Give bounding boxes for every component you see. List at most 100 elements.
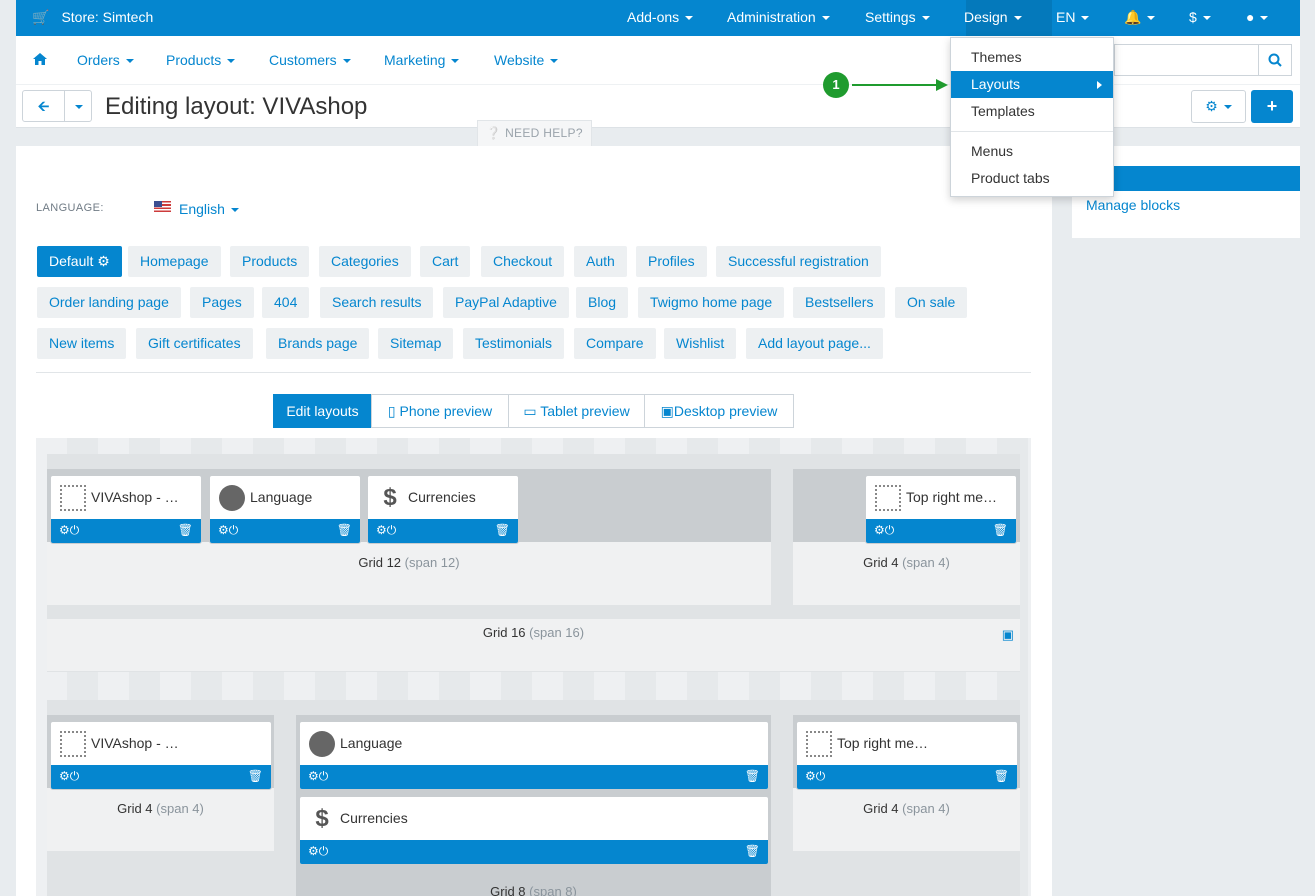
nav-marketing[interactable]: Marketing [384,52,460,68]
back-dropdown-toggle[interactable] [65,91,92,121]
trash-icon[interactable]: 🗑 [745,769,760,783]
placeholder-icon [806,731,832,757]
layout-page-homepage[interactable]: Homepage [128,246,221,277]
store-switcher[interactable]: 🛒 Store: Simtech [32,9,153,26]
layout-page-on-sale[interactable]: On sale [895,287,968,318]
menu-item-menus[interactable]: Menus [951,138,1113,165]
gear-icon: ⚙ [97,253,110,269]
block-toolbar: ⚙⏻ 🗑 [300,765,768,789]
block-top-right-menu[interactable]: Top right me… ⚙⏻ 🗑 [865,475,1017,544]
layout-page-categories[interactable]: Categories [319,246,411,277]
trash-icon[interactable]: 🗑 [248,769,263,783]
layout-page-auth[interactable]: Auth [574,246,627,277]
grid-4[interactable]: Grid 4 (span 4) Top right me… ⚙⏻ 🗑 [793,469,1020,605]
notifications-menu[interactable]: 🔔 [1124,9,1156,26]
need-help-tab[interactable]: ❔ NEED HELP? [477,120,592,147]
block-language[interactable]: Language ⚙⏻ 🗑 [299,721,769,790]
menu-item-themes[interactable]: Themes [951,44,1113,71]
layout-page-paypal-adaptive[interactable]: PayPal Adaptive [443,287,569,318]
search-input[interactable] [1114,44,1258,76]
nav-website[interactable]: Website [494,52,559,68]
caret-down-icon [921,16,930,21]
trash-icon[interactable]: 🗑 [993,523,1008,537]
layout-page-gift-certificates[interactable]: Gift certificates [136,328,253,359]
layout-page-wishlist[interactable]: Wishlist [664,328,737,359]
layout-page-default[interactable]: Default ⚙ [37,246,122,277]
block-currencies[interactable]: $ Currencies ⚙⏻ 🗑 [367,475,519,544]
grid-12[interactable]: Grid 12 (span 12) VIVAshop - … ⚙⏻ 🗑 Lang… [47,469,771,605]
layout-page-testimonials[interactable]: Testimonials [463,328,565,359]
home-icon[interactable] [33,52,47,68]
layout-page-pages[interactable]: Pages [190,287,254,318]
gear-power-icon[interactable]: ⚙⏻ [308,769,328,784]
trash-icon[interactable]: 🗑 [337,523,352,537]
layout-page-checkout[interactable]: Checkout [481,246,565,277]
nav-customers[interactable]: Customers [269,52,351,68]
layout-page-cart[interactable]: Cart [420,246,471,277]
administration-menu[interactable]: Administration [727,9,830,25]
layout-page-blog[interactable]: Blog [576,287,629,318]
menu-item-layouts[interactable]: Layouts [951,71,1113,98]
search-button[interactable] [1258,44,1292,76]
gear-power-icon[interactable]: ⚙⏻ [805,769,825,784]
manage-blocks-link[interactable]: Manage blocks [1086,197,1180,213]
gear-power-icon[interactable]: ⚙⏻ [376,523,396,538]
back-button-group[interactable]: 🡨 [22,90,92,122]
layout-page-profiles[interactable]: Profiles [636,246,707,277]
block-vivashop-logo[interactable]: VIVAshop - … ⚙⏻ 🗑 [50,721,272,790]
add-layout-page-button[interactable]: Add layout page... [746,328,883,359]
gear-power-icon[interactable]: ⚙⏻ [874,523,894,538]
layout-page-search-results[interactable]: Search results [320,287,434,318]
layout-page-404[interactable]: 404 [262,287,310,318]
nav-products[interactable]: Products [166,52,236,68]
block-top-right-menu[interactable]: Top right me… ⚙⏻ 🗑 [796,721,1018,790]
gear-power-icon[interactable]: ⚙⏻ [59,769,79,784]
layout-page-bestsellers[interactable]: Bestsellers [793,287,886,318]
layout-page-brands[interactable]: Brands page [266,328,370,359]
addons-menu[interactable]: Add-ons [627,9,694,25]
grid-4-right[interactable]: Grid 4 (span 4) Top right me… ⚙⏻ 🗑 [793,715,1020,851]
trash-icon[interactable]: 🗑 [745,844,760,858]
grid-4-left[interactable]: Grid 4 (span 4) VIVAshop - … ⚙⏻ 🗑 [47,715,274,851]
gear-power-icon[interactable]: ⚙⏻ [218,523,238,538]
divider [36,372,1031,373]
edit-layouts-button[interactable]: Edit layouts [273,394,372,428]
language-selector[interactable]: English [179,201,239,217]
menu-item-templates[interactable]: Templates [951,98,1113,125]
caret-down-icon [451,59,460,64]
trash-icon[interactable]: 🗑 [994,769,1009,783]
layout-page-products[interactable]: Products [230,246,310,277]
block-currencies[interactable]: $ Currencies ⚙⏻ 🗑 [299,796,769,865]
layout-page-new-items[interactable]: New items [37,328,127,359]
language-menu[interactable]: EN [1056,9,1090,25]
phone-preview-button[interactable]: ▯ Phone preview [371,394,509,428]
grid-16[interactable]: Grid 16 (span 16) ▣ [47,619,1020,671]
settings-dropdown-button[interactable]: ⚙ [1191,90,1246,123]
currency-menu[interactable]: $ [1189,9,1211,25]
tablet-preview-button[interactable]: ▭ Tablet preview [508,394,645,428]
caret-down-icon [550,59,559,64]
layout-page-twigmo-home[interactable]: Twigmo home page [638,287,785,318]
design-menu[interactable]: Design [964,9,1022,25]
trash-icon[interactable]: 🗑 [178,523,193,537]
chevron-right-icon [1097,81,1102,89]
layout-page-sitemap[interactable]: Sitemap [378,328,454,359]
layout-page-successful-registration[interactable]: Successful registration [716,246,881,277]
desktop-preview-button[interactable]: ▣Desktop preview [644,394,794,428]
layout-page-compare[interactable]: Compare [574,328,656,359]
user-menu[interactable]: ● [1246,9,1269,25]
block-toolbar: ⚙⏻ 🗑 [300,840,768,864]
nav-orders[interactable]: Orders [77,52,134,68]
layout-page-order-landing[interactable]: Order landing page [37,287,181,318]
block-vivashop-logo[interactable]: VIVAshop - … ⚙⏻ 🗑 [50,475,202,544]
settings-menu[interactable]: Settings [865,9,930,25]
back-arrow-icon[interactable]: 🡨 [23,91,65,121]
grid-8[interactable]: Grid 8 (span 8) Language ⚙⏻ 🗑 $ Currenci… [296,715,771,896]
menu-item-product-tabs[interactable]: Product tabs [951,165,1113,192]
block-language[interactable]: Language ⚙⏻ 🗑 [209,475,361,544]
desktop-icon[interactable]: ▣ [1002,621,1014,649]
gear-power-icon[interactable]: ⚙⏻ [308,844,328,859]
add-button[interactable]: + [1251,90,1293,123]
trash-icon[interactable]: 🗑 [495,523,510,537]
gear-power-icon[interactable]: ⚙⏻ [59,523,79,538]
